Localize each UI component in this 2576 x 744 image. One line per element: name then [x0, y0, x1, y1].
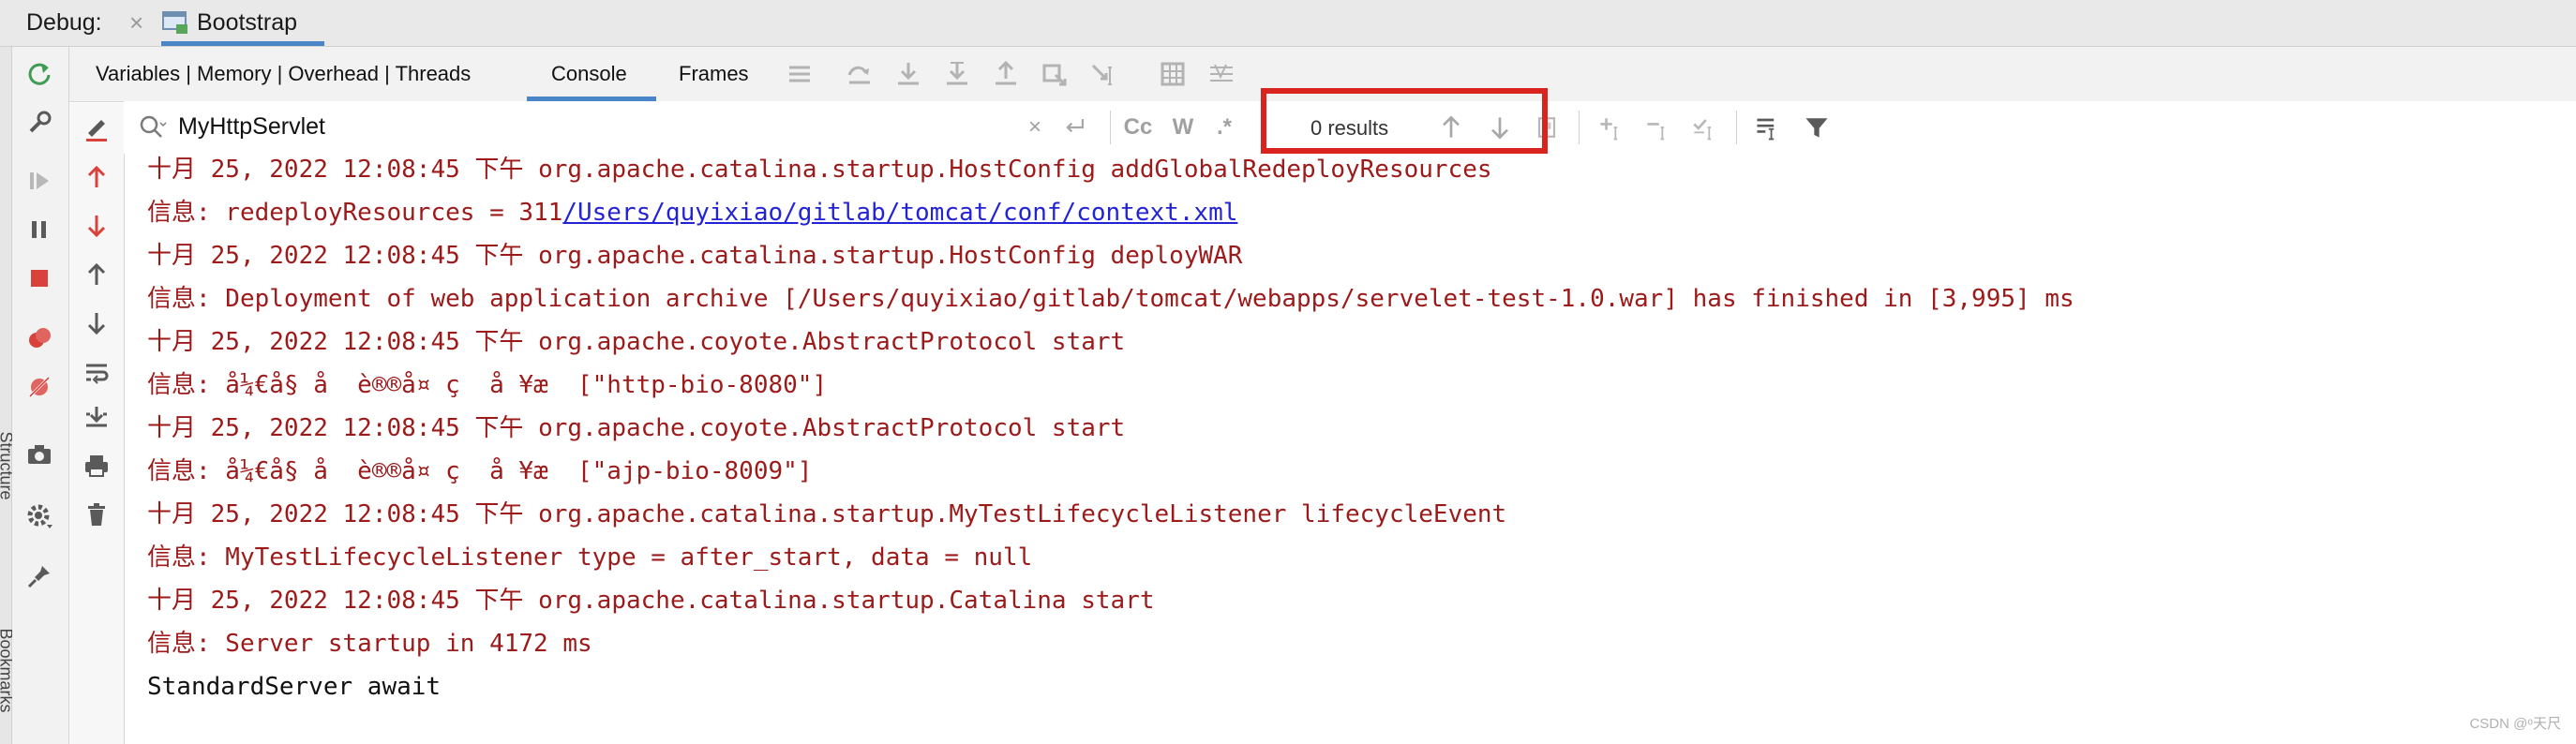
clear-console-icon[interactable] — [81, 112, 112, 144]
match-case-toggle[interactable]: Cc — [1121, 111, 1155, 144]
view-breakpoints-icon[interactable] — [23, 322, 55, 354]
console-line: 十月 25, 2022 12:08:45 下午 org.apache.catal… — [147, 500, 1507, 528]
console-line: StandardServer await — [147, 673, 442, 701]
separator — [1110, 111, 1111, 144]
new-line-toggle-icon[interactable] — [1057, 111, 1091, 144]
scroll-to-end-icon[interactable] — [81, 401, 112, 433]
separator — [1579, 111, 1580, 144]
camera-icon[interactable] — [23, 439, 55, 470]
clear-search-icon[interactable]: × — [1018, 111, 1052, 144]
words-toggle[interactable]: W — [1166, 111, 1200, 144]
add-occurrence-icon[interactable] — [1594, 111, 1627, 144]
debug-titlebar: Debug: × Bootstrap — [0, 0, 2576, 47]
console-output[interactable]: 十月 25, 2022 12:08:45 下午 org.apache.catal… — [125, 154, 2576, 744]
console-line: 信息: å¼€å§ å è®®å¤ ç å ¥æ ["ajp-bio-8009"… — [147, 457, 813, 485]
results-highlight-box — [1261, 88, 1548, 154]
step-out-icon[interactable] — [990, 58, 1022, 90]
up-stack-frame-icon[interactable] — [81, 161, 112, 193]
console-line: 信息: Server startup in 4172 ms — [147, 630, 592, 658]
console-line: 信息: MyTestLifecycleListener type = after… — [147, 543, 1033, 572]
tool-window-stripe: Structure Bookmarks — [0, 47, 16, 744]
console-line: 信息: redeployResources = 311/Users/quyixi… — [147, 197, 1237, 229]
debugger-tabs-text[interactable]: Variables | Memory | Overhead | Threads — [96, 62, 471, 86]
search-icon[interactable] — [135, 111, 169, 144]
force-step-into-icon[interactable] — [941, 58, 973, 90]
resume-icon[interactable] — [23, 165, 55, 197]
console-line: 十月 25, 2022 12:08:45 下午 org.apache.coyot… — [147, 414, 1126, 442]
console-line: 十月 25, 2022 12:08:45 下午 org.apache.catal… — [147, 156, 1492, 184]
tab-bootstrap[interactable]: Bootstrap — [197, 9, 297, 37]
console-actions-toolbar — [69, 103, 125, 744]
pin-tab-icon[interactable] — [23, 560, 55, 592]
console-line-text: 信息: redeployResources = 311 — [147, 199, 563, 227]
console-line: 信息: å¼€å§ å è®®å¤ ç å ¥æ ["http-bio-8080… — [147, 371, 828, 399]
tab-console[interactable]: Console — [551, 62, 627, 86]
evaluate-expression-icon[interactable] — [1157, 58, 1189, 90]
previous-occurrence-icon[interactable] — [81, 259, 112, 290]
layout-menu-icon[interactable] — [784, 58, 816, 90]
console-line: 十月 25, 2022 12:08:45 下午 org.apache.catal… — [147, 587, 1155, 615]
console-line: 十月 25, 2022 12:08:45 下午 org.apache.coyot… — [147, 328, 1126, 356]
tab-active-indicator — [161, 41, 324, 46]
tab-frames[interactable]: Frames — [679, 62, 749, 86]
settings-gear-icon[interactable] — [23, 500, 55, 532]
next-occurrence-icon[interactable] — [81, 307, 112, 339]
step-over-icon[interactable] — [844, 58, 876, 90]
select-all-occurrences-icon[interactable] — [1687, 111, 1721, 144]
debug-actions-toolbar — [12, 47, 69, 744]
step-into-icon[interactable] — [892, 58, 924, 90]
remove-occurrence-icon[interactable] — [1640, 111, 1674, 144]
wrench-icon[interactable] — [23, 107, 55, 139]
separator — [1736, 111, 1737, 144]
drop-frame-icon[interactable] — [1039, 58, 1071, 90]
console-line: 十月 25, 2022 12:08:45 下午 org.apache.catal… — [147, 242, 1243, 270]
debug-label: Debug: — [26, 9, 102, 36]
search-input[interactable] — [178, 109, 1116, 144]
watermark: CSDN @ᵒ天尺 — [2469, 716, 2561, 732]
trace-stream-icon[interactable] — [1206, 58, 1237, 90]
stop-icon[interactable] — [23, 262, 55, 294]
filter-search-results-icon[interactable] — [1751, 111, 1785, 144]
pause-icon[interactable] — [23, 214, 55, 246]
rerun-icon[interactable] — [23, 58, 55, 90]
down-stack-frame-icon[interactable] — [81, 210, 112, 242]
mute-breakpoints-icon[interactable] — [23, 371, 55, 403]
regex-toggle[interactable]: .* — [1207, 111, 1241, 144]
run-config-icon — [161, 9, 189, 36]
filter-funnel-icon[interactable] — [1800, 111, 1834, 144]
soft-wrap-icon[interactable] — [81, 356, 112, 388]
tab-close-icon[interactable]: × — [129, 8, 143, 37]
run-to-cursor-icon[interactable] — [1087, 58, 1119, 90]
console-line: 信息: Deployment of web application archiv… — [147, 285, 2074, 313]
trash-icon[interactable] — [81, 498, 112, 530]
print-icon[interactable] — [81, 450, 112, 482]
context-xml-link[interactable]: /Users/quyixiao/gitlab/tomcat/conf/conte… — [562, 199, 1237, 227]
